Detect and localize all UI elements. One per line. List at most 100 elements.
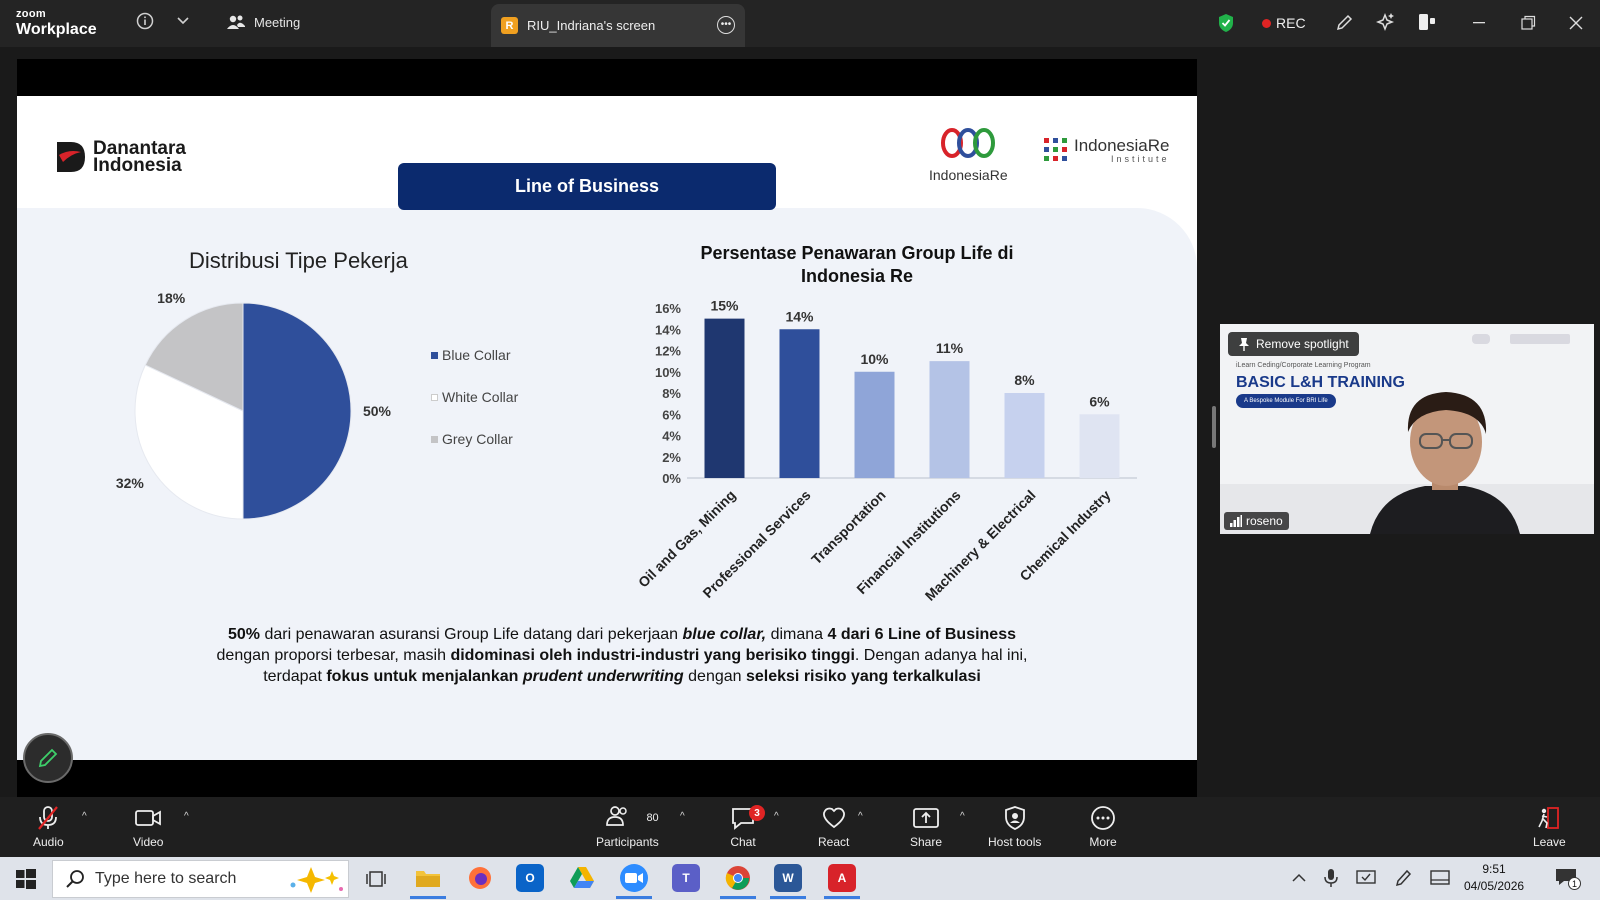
outlook-app-icon[interactable]: O [516, 864, 544, 892]
word-app-icon[interactable]: W [774, 864, 802, 892]
firefox-app-icon[interactable] [466, 864, 494, 892]
microphone-tray-icon[interactable] [1324, 868, 1338, 888]
more-options-icon[interactable]: ••• [717, 16, 735, 34]
acrobat-app-icon[interactable]: A [828, 864, 856, 892]
video-options-caret-icon[interactable]: ^ [184, 811, 189, 822]
legend-item-white-collar: White Collar [431, 376, 518, 418]
share-label: Share [910, 835, 943, 849]
bar [704, 318, 745, 478]
notifications-button[interactable]: 1 [1555, 868, 1581, 890]
y-tick-label: 16% [655, 301, 681, 316]
legend-label: White Collar [442, 389, 519, 405]
chat-unread-badge: 3 [749, 805, 765, 821]
bar-value-label: 15% [710, 298, 739, 314]
react-options-caret-icon[interactable]: ^ [858, 811, 863, 822]
line-of-business-banner: Line of Business [398, 163, 776, 210]
display-tray-icon[interactable] [1430, 870, 1450, 886]
google-drive-app-icon[interactable] [568, 864, 596, 892]
share-screen-icon [913, 808, 939, 828]
pencil-icon[interactable] [1334, 13, 1354, 33]
institute-logo-subtext: Institute [1110, 154, 1170, 164]
pencil-icon [38, 748, 58, 768]
indonesia-re-logo-text: IndonesiaRe [929, 167, 1008, 183]
panel-resize-handle[interactable] [1212, 406, 1216, 448]
participants-options-caret-icon[interactable]: ^ [680, 811, 685, 822]
minimize-icon[interactable] [1472, 17, 1486, 27]
legend-item-blue-collar: Blue Collar [431, 334, 518, 376]
active-app-indicator [720, 896, 756, 899]
active-app-indicator [616, 896, 652, 899]
share-button[interactable]: Share [910, 805, 942, 849]
bar-value-label: 8% [1014, 372, 1035, 388]
info-icon[interactable] [136, 12, 154, 30]
meeting-tab[interactable]: Meeting [226, 14, 300, 30]
participants-count: 80 [646, 812, 659, 824]
file-explorer-app-icon[interactable] [414, 864, 442, 892]
react-button[interactable]: React [818, 805, 849, 849]
screen-tab-label: RIU_Indriana's screen [527, 18, 656, 33]
video-button[interactable]: Video [133, 805, 163, 849]
chat-options-caret-icon[interactable]: ^ [774, 811, 779, 822]
spotlight-video-tile[interactable]: Remove spotlight iLearn Ceding/Corporate… [1220, 324, 1594, 534]
audio-label: Audio [33, 835, 64, 849]
danantara-logo-line2: Indonesia [93, 155, 182, 176]
notification-count: 1 [1568, 877, 1581, 890]
clock-date: 04/05/2026 [1464, 879, 1525, 893]
host-tools-button[interactable]: Host tools [988, 805, 1041, 849]
task-view-icon[interactable] [366, 869, 386, 889]
remove-spotlight-button[interactable]: Remove spotlight [1228, 332, 1359, 356]
bar-value-label: 10% [860, 351, 889, 367]
active-app-indicator [824, 896, 860, 899]
pie-value-label: 18% [157, 290, 186, 306]
chevron-down-icon[interactable] [177, 16, 189, 26]
shared-screen-tab[interactable]: R RIU_Indriana's screen ••• [491, 4, 745, 47]
more-button[interactable]: More [1089, 805, 1117, 849]
more-label: More [1089, 835, 1117, 849]
show-hidden-icons-icon[interactable] [1291, 872, 1307, 884]
pie-chart-title: Distribusi Tipe Pekerja [189, 248, 408, 273]
y-tick-label: 8% [662, 386, 681, 401]
shield-check-icon[interactable] [1217, 13, 1235, 33]
institute-dots-icon [1044, 138, 1067, 161]
y-tick-label: 0% [662, 471, 681, 486]
legend-swatch [431, 435, 438, 443]
close-icon[interactable] [1568, 15, 1584, 31]
legend-item-grey-collar: Grey Collar [431, 418, 518, 460]
chat-label: Chat [730, 835, 756, 849]
recording-indicator[interactable]: REC [1262, 15, 1306, 31]
restore-icon[interactable] [1520, 15, 1536, 31]
leave-button[interactable]: Leave [1533, 805, 1566, 849]
y-tick-label: 4% [662, 429, 681, 444]
record-dot-icon [1262, 18, 1271, 28]
meeting-toolbar: Audio ^ Video ^ 80 Participants ^ Chat ^ [0, 797, 1600, 857]
y-tick-label: 6% [662, 407, 681, 422]
participants-button[interactable]: 80 Participants [596, 805, 659, 849]
teams-app-icon[interactable]: T [672, 864, 700, 892]
chrome-app-icon[interactable] [724, 864, 752, 892]
audio-options-caret-icon[interactable]: ^ [82, 811, 87, 822]
legend-label: Grey Collar [442, 431, 513, 447]
ai-companion-icon[interactable] [1375, 12, 1395, 32]
apps-panel-icon[interactable] [1417, 12, 1437, 32]
audio-button[interactable]: Audio [33, 805, 64, 849]
pen-tray-icon[interactable] [1394, 868, 1412, 888]
bar [1004, 393, 1045, 478]
taskbar-search-input[interactable]: Type here to search [52, 860, 349, 898]
share-options-caret-icon[interactable]: ^ [960, 811, 965, 822]
bar [1079, 414, 1120, 478]
taskbar-clock[interactable]: 9:51 04/05/2026 [1464, 861, 1524, 895]
bar-chart: 0%2%4%6%8%10%12%14%16% 15%Oil and Gas, Mi… [635, 298, 1137, 604]
institute-logo-text: IndonesiaRe [1074, 136, 1170, 155]
annotate-button[interactable] [23, 733, 73, 783]
search-icon [66, 870, 84, 888]
zoom-app-icon[interactable] [620, 864, 648, 892]
legend-swatch [431, 351, 438, 359]
pie-value-label: 32% [116, 475, 145, 491]
network-tray-icon[interactable] [1356, 869, 1376, 887]
windows-start-icon[interactable] [16, 869, 36, 889]
danantara-logo: Danantara Indonesia [55, 139, 186, 176]
people-icon [227, 15, 245, 29]
bar [929, 361, 970, 478]
participant-name: roseno [1246, 514, 1283, 528]
more-dots-icon [1091, 806, 1115, 830]
